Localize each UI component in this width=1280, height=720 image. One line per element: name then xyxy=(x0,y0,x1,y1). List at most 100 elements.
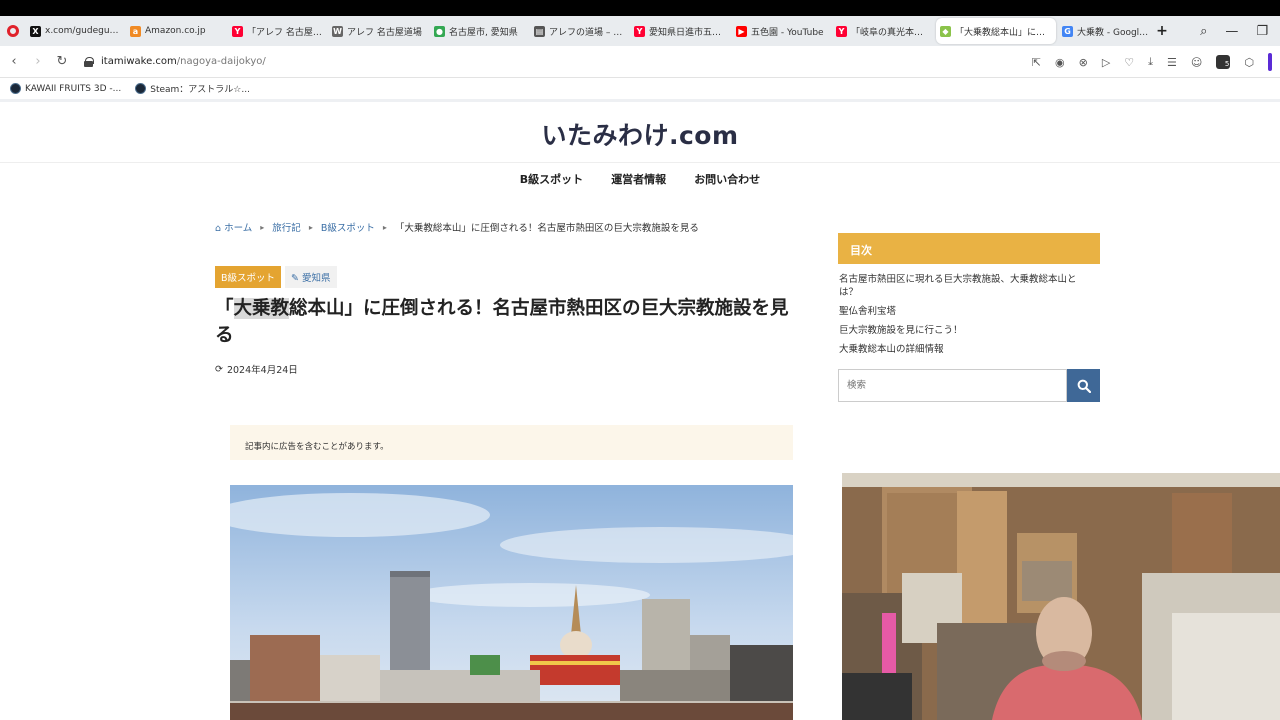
adblock-icon[interactable]: ⊗ xyxy=(1079,56,1088,69)
tag-icon: ✎ xyxy=(291,273,299,284)
yahoo-icon: Y xyxy=(634,25,645,37)
forward-icon[interactable]: › xyxy=(26,54,50,69)
browser-tab[interactable]: ● 名古屋市, 愛知県 xyxy=(430,18,528,44)
maximize-icon[interactable]: ❐ xyxy=(1256,24,1268,39)
browser-tab[interactable]: Xx.com/gudegude14 xyxy=(26,18,124,44)
city-photo xyxy=(230,485,793,720)
toc-list: 名古屋市熱田区に現れる巨大宗教施設、大乗教総本山とは？ 聖仏舎利宝塔 巨大宗教施… xyxy=(839,273,1094,362)
x-icon: X xyxy=(30,25,41,37)
url-path: /nagoya-daijokyo/ xyxy=(176,56,266,67)
tab-title: 名古屋市, 愛知県 xyxy=(449,27,518,38)
browser-tab[interactable]: ▤ アレフの道場 – オウム xyxy=(530,18,628,44)
tab-title: 「大乗教総本山」に圧倒 xyxy=(955,27,1052,38)
tab-title: 「アレフ 名古屋道場」 xyxy=(247,27,322,38)
reload-icon[interactable]: ↻ xyxy=(50,54,74,69)
yahoo-icon: Y xyxy=(232,25,243,37)
bookmark-steam[interactable]: Steam：アストラル☆... xyxy=(135,82,250,95)
ad-notice: 記事内に広告を含むことがあります。 xyxy=(230,425,793,460)
category-badge[interactable]: B級スポット xyxy=(215,266,282,288)
download-icon[interactable]: ⤓ xyxy=(1148,55,1153,69)
tab-search-icon[interactable]: ⌕ xyxy=(1200,24,1207,39)
browser-tab[interactable]: a Amazon.co.jp xyxy=(126,18,226,44)
player-icon[interactable]: ▷ xyxy=(1102,56,1110,69)
browser-tab[interactable]: G 大乗教 - Google 検 xyxy=(1058,18,1153,44)
browser-tab[interactable]: ◆ 「大乗教総本山」に圧倒 xyxy=(936,18,1056,44)
toc-item[interactable]: 巨大宗教施設を見に行こう！ xyxy=(839,324,1094,337)
toc-item[interactable]: 聖仏舎利宝塔 xyxy=(839,305,1094,318)
update-icon: ⟳ xyxy=(215,363,223,375)
site-title[interactable]: いたみわけ.com xyxy=(541,116,738,152)
browser-tab[interactable]: W アレフ 名古屋道場 xyxy=(328,18,428,44)
browser-tab[interactable]: Y 愛知県日進市五色園 xyxy=(630,18,730,44)
breadcrumb-separator-icon: ▸ xyxy=(260,222,265,232)
yahoo-icon: Y xyxy=(836,25,847,37)
article-date: ⟳ 2024年4月24日 xyxy=(215,362,298,377)
toc-item[interactable]: 名古屋市熱田区に現れる巨大宗教施設、大乗教総本山とは？ xyxy=(839,273,1094,299)
bookmark-kawaii[interactable]: KAWAII FRUITS 3D -... xyxy=(10,83,121,94)
breadcrumb-current: 「大乗教総本山」に圧倒される！名古屋市熱田区の巨大宗教施設を見る xyxy=(394,223,699,234)
easy-setup-icon[interactable]: ☰ xyxy=(1167,56,1177,69)
search-input[interactable] xyxy=(838,369,1067,402)
nav-item-b-spot[interactable]: B級スポット xyxy=(520,171,583,187)
opera-menu-icon[interactable] xyxy=(0,16,26,46)
home-icon: ⌂ xyxy=(215,223,222,234)
hero-image xyxy=(230,485,793,720)
tab-title: x.com/gudegude14 xyxy=(45,26,120,36)
tab-strip: Xx.com/gudegude14 a Amazon.co.jp Y 「アレフ 名古屋道… xyxy=(0,16,1280,46)
sidebar-accent-bar xyxy=(1268,53,1272,71)
breadcrumb-separator-icon: ▸ xyxy=(308,222,313,232)
tag-badge[interactable]: ✎ 愛知県 xyxy=(285,266,337,288)
browser-tab[interactable]: Y 「岐阜の真光本部」の xyxy=(832,18,934,44)
snapshot-icon[interactable]: ◉ xyxy=(1055,56,1065,69)
back-icon[interactable]: ‹ xyxy=(2,54,26,69)
toc-item[interactable]: 大乗教総本山の詳細情報 xyxy=(839,343,1094,356)
article-title: 「大乗教総本山」に圧倒される！名古屋市熱田区の巨大宗教施設を見る xyxy=(215,295,805,349)
date-text: 2024年4月24日 xyxy=(226,365,298,376)
doc-icon: ▤ xyxy=(534,25,545,37)
steam-icon xyxy=(135,83,147,94)
lock-icon xyxy=(84,56,94,67)
wiki-icon: W xyxy=(332,25,343,37)
url-host: itamiwake.com xyxy=(101,56,177,67)
browser-tab[interactable]: Y 「アレフ 名古屋道場」 xyxy=(228,18,326,44)
tab-title: アレフ 名古屋道場 xyxy=(347,27,422,38)
tab-title: アレフの道場 – オウム xyxy=(549,27,624,38)
tab-title: Amazon.co.jp xyxy=(145,26,206,36)
web-page: いたみわけ.com B級スポット 運営者情報 お問い合わせ ⌂ ホーム ▸ 旅行… xyxy=(0,105,1280,720)
breadcrumb-home-label: ホーム xyxy=(224,223,253,234)
search-icon xyxy=(1077,379,1091,393)
google-icon: G xyxy=(1062,25,1073,37)
webcam-video xyxy=(842,473,1280,720)
tab-title: 大乗教 - Google 検 xyxy=(1077,27,1149,38)
address-bar: ‹ › ↻ itamiwake.com/nagoya-daijokyo/ ⇱ ◉… xyxy=(0,46,1280,78)
cube-icon[interactable]: ⬡ xyxy=(1244,56,1254,69)
heart-icon[interactable]: ♡ xyxy=(1124,56,1134,69)
global-nav: B級スポット 運営者情報 お問い合わせ xyxy=(0,171,1280,187)
extension-icon[interactable]: 5 xyxy=(1216,55,1231,69)
youtube-icon: ▶ xyxy=(736,25,747,37)
site-icon: ◆ xyxy=(940,25,951,37)
nav-item-operator[interactable]: 運営者情報 xyxy=(611,171,666,187)
bookmark-label: KAWAII FRUITS 3D -... xyxy=(25,83,122,94)
title-rest: 総本山」に圧倒される！名古屋市熱田区の巨大宗教施設を見る xyxy=(215,298,789,346)
search-button[interactable] xyxy=(1067,369,1100,402)
tag-label: 愛知県 xyxy=(302,273,331,284)
bookmark-favicon-icon xyxy=(10,83,21,94)
window-controls: ⌕ — ❐ xyxy=(1200,16,1280,46)
toc-header: 目次 xyxy=(838,233,1100,264)
bookmarks-bar: KAWAII FRUITS 3D -... Steam：アストラル☆... xyxy=(0,78,1280,102)
browser-tab[interactable]: ▶ 五色園 - YouTube xyxy=(732,18,830,44)
breadcrumb-home[interactable]: ⌂ ホーム xyxy=(215,220,252,234)
new-tab-icon[interactable]: + xyxy=(1153,22,1171,40)
url-field[interactable]: itamiwake.com/nagoya-daijokyo/ xyxy=(84,56,266,67)
share-icon[interactable]: ⇱ xyxy=(1032,56,1041,69)
breadcrumb-b-spot[interactable]: B級スポット xyxy=(321,220,375,234)
nav-item-contact[interactable]: お問い合わせ xyxy=(694,171,760,187)
minimize-icon[interactable]: — xyxy=(1225,24,1238,39)
bookmark-label: Steam：アストラル☆... xyxy=(150,85,250,95)
title-selected-text: 大乗教 xyxy=(233,298,290,319)
breadcrumb-travel[interactable]: 旅行記 xyxy=(272,220,301,234)
amazon-icon: a xyxy=(130,25,141,37)
tab-title: 愛知県日進市五色園 xyxy=(649,27,726,38)
profile-icon[interactable]: ☺ xyxy=(1191,56,1202,69)
